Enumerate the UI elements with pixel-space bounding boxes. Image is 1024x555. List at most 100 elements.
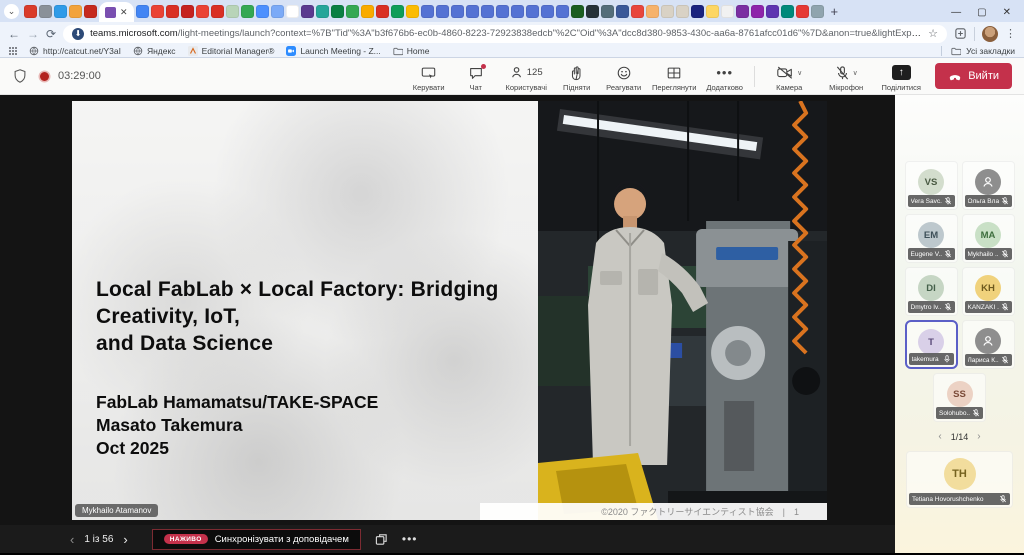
share-button[interactable]: ↑ Поділитися bbox=[875, 61, 927, 92]
pinned-tab[interactable] bbox=[24, 5, 37, 18]
mic-button[interactable]: ∨ Мікрофон bbox=[817, 61, 875, 92]
tab-search-chevron-icon[interactable]: ⌄ bbox=[4, 4, 19, 19]
view-button[interactable]: Переглянути bbox=[647, 61, 701, 92]
browser-tab[interactable] bbox=[586, 5, 599, 18]
shield-icon[interactable] bbox=[12, 68, 28, 84]
browser-tab[interactable] bbox=[631, 5, 644, 18]
participant-tile[interactable]: THTetiana Hovorushchenko bbox=[906, 451, 1013, 508]
browser-tab[interactable] bbox=[766, 5, 779, 18]
browser-tab[interactable] bbox=[361, 5, 374, 18]
bookmark-item[interactable]: Editorial Manager® bbox=[188, 46, 275, 56]
manage-button[interactable]: Керувати bbox=[405, 61, 452, 92]
chat-button[interactable]: Чат bbox=[452, 61, 499, 92]
browser-tab[interactable] bbox=[211, 5, 224, 18]
browser-tab[interactable] bbox=[781, 5, 794, 18]
back-button[interactable]: ← bbox=[8, 27, 20, 41]
leave-button[interactable]: Вийти bbox=[935, 63, 1012, 89]
bookmark-item[interactable]: Home bbox=[393, 46, 430, 56]
browser-tab[interactable] bbox=[376, 5, 389, 18]
browser-tab[interactable] bbox=[481, 5, 494, 18]
browser-tab[interactable] bbox=[196, 5, 209, 18]
browser-tab[interactable] bbox=[406, 5, 419, 18]
profile-avatar[interactable] bbox=[982, 26, 998, 42]
browser-tab[interactable] bbox=[346, 5, 359, 18]
bookmark-star-icon[interactable]: ☆ bbox=[928, 27, 938, 40]
previous-slide-button[interactable]: ‹ bbox=[62, 532, 82, 547]
bookmark-item[interactable]: Launch Meeting - Z... bbox=[286, 46, 380, 56]
browser-tab[interactable] bbox=[421, 5, 434, 18]
browser-tab[interactable] bbox=[496, 5, 509, 18]
pinned-tab[interactable] bbox=[69, 5, 82, 18]
browser-tab[interactable] bbox=[451, 5, 464, 18]
slide-more-options-button[interactable]: ••• bbox=[402, 532, 418, 546]
browser-tab[interactable] bbox=[241, 5, 254, 18]
browser-tab[interactable] bbox=[316, 5, 329, 18]
browser-tab[interactable] bbox=[736, 5, 749, 18]
browser-tab[interactable] bbox=[226, 5, 239, 18]
browser-tab[interactable] bbox=[796, 5, 809, 18]
participants-next-page-button[interactable]: › bbox=[977, 431, 980, 442]
site-info-icon[interactable]: ⬇ bbox=[72, 28, 84, 40]
pinned-tab[interactable] bbox=[54, 5, 67, 18]
participant-tile[interactable]: EMEugene V... bbox=[905, 214, 958, 263]
more-button[interactable]: ••• Додатково bbox=[701, 61, 748, 92]
window-close-button[interactable]: ✕ bbox=[1003, 7, 1011, 18]
next-slide-button[interactable]: › bbox=[115, 532, 135, 547]
browser-tab[interactable] bbox=[166, 5, 179, 18]
pop-out-icon[interactable] bbox=[375, 533, 388, 546]
forward-button[interactable]: → bbox=[27, 27, 39, 41]
browser-tab[interactable] bbox=[511, 5, 524, 18]
browser-tab[interactable] bbox=[541, 5, 554, 18]
browser-tab[interactable] bbox=[751, 5, 764, 18]
react-button[interactable]: Реагувати bbox=[600, 61, 647, 92]
new-tab-button[interactable]: + bbox=[831, 4, 839, 19]
participant-tile[interactable]: Ольга Вла... bbox=[962, 161, 1015, 210]
camera-button[interactable]: ∨ Камера bbox=[761, 61, 817, 92]
browser-tab[interactable] bbox=[181, 5, 194, 18]
sync-to-presenter-button[interactable]: НАЖИВО Синхронізувати з доповідачем bbox=[152, 529, 361, 550]
reload-button[interactable]: ⟳ bbox=[46, 27, 56, 41]
browser-tab[interactable] bbox=[301, 5, 314, 18]
participant-tile[interactable]: Лариса К... bbox=[962, 320, 1015, 369]
browser-tab[interactable] bbox=[571, 5, 584, 18]
participant-tile[interactable]: Ttakemura bbox=[905, 320, 958, 369]
participant-tile[interactable]: SSSolohubo... bbox=[933, 373, 986, 422]
browser-tab[interactable] bbox=[661, 5, 674, 18]
browser-tab[interactable] bbox=[286, 5, 299, 18]
extensions-icon[interactable] bbox=[954, 27, 967, 40]
browser-tab[interactable] bbox=[151, 5, 164, 18]
participant-tile[interactable]: VSVera Savc... bbox=[905, 161, 958, 210]
browser-tab[interactable] bbox=[256, 5, 269, 18]
url-text[interactable]: teams.microsoft.com/light-meetings/launc… bbox=[90, 28, 922, 39]
browser-tab[interactable] bbox=[466, 5, 479, 18]
browser-tab[interactable] bbox=[331, 5, 344, 18]
bookmark-item[interactable]: Яндекс bbox=[133, 46, 176, 56]
browser-tab[interactable] bbox=[646, 5, 659, 18]
participant-tile[interactable]: KHKANZAKI ... bbox=[962, 267, 1015, 316]
participant-tile[interactable]: MAMykhailo ... bbox=[962, 214, 1015, 263]
address-bar[interactable]: ⬇ teams.microsoft.com/light-meetings/lau… bbox=[63, 25, 947, 43]
participants-button[interactable]: 125 Користувачі bbox=[499, 61, 553, 92]
browser-tab[interactable] bbox=[436, 5, 449, 18]
browser-tab[interactable] bbox=[691, 5, 704, 18]
browser-tab[interactable] bbox=[556, 5, 569, 18]
browser-tab[interactable] bbox=[136, 5, 149, 18]
browser-tab[interactable] bbox=[676, 5, 689, 18]
browser-tab[interactable] bbox=[526, 5, 539, 18]
browser-tab[interactable] bbox=[391, 5, 404, 18]
raise-hand-button[interactable]: Підняти bbox=[553, 61, 600, 92]
browser-menu-icon[interactable]: ⋮ bbox=[1005, 27, 1016, 40]
browser-tab[interactable] bbox=[601, 5, 614, 18]
camera-options-chevron-icon[interactable]: ∨ bbox=[797, 69, 802, 77]
browser-tab[interactable] bbox=[616, 5, 629, 18]
pinned-tab[interactable] bbox=[39, 5, 52, 18]
apps-grid-icon[interactable] bbox=[9, 47, 17, 55]
participants-prev-page-button[interactable]: ‹ bbox=[938, 431, 941, 442]
window-minimize-button[interactable]: — bbox=[951, 7, 961, 18]
pinned-tab[interactable] bbox=[84, 5, 97, 18]
browser-tab[interactable] bbox=[721, 5, 734, 18]
browser-tab[interactable] bbox=[271, 5, 284, 18]
browser-tab[interactable] bbox=[811, 5, 824, 18]
participant-tile[interactable]: DIDmytro Iv... bbox=[905, 267, 958, 316]
all-bookmarks-button[interactable]: Усі закладки bbox=[941, 46, 1015, 56]
